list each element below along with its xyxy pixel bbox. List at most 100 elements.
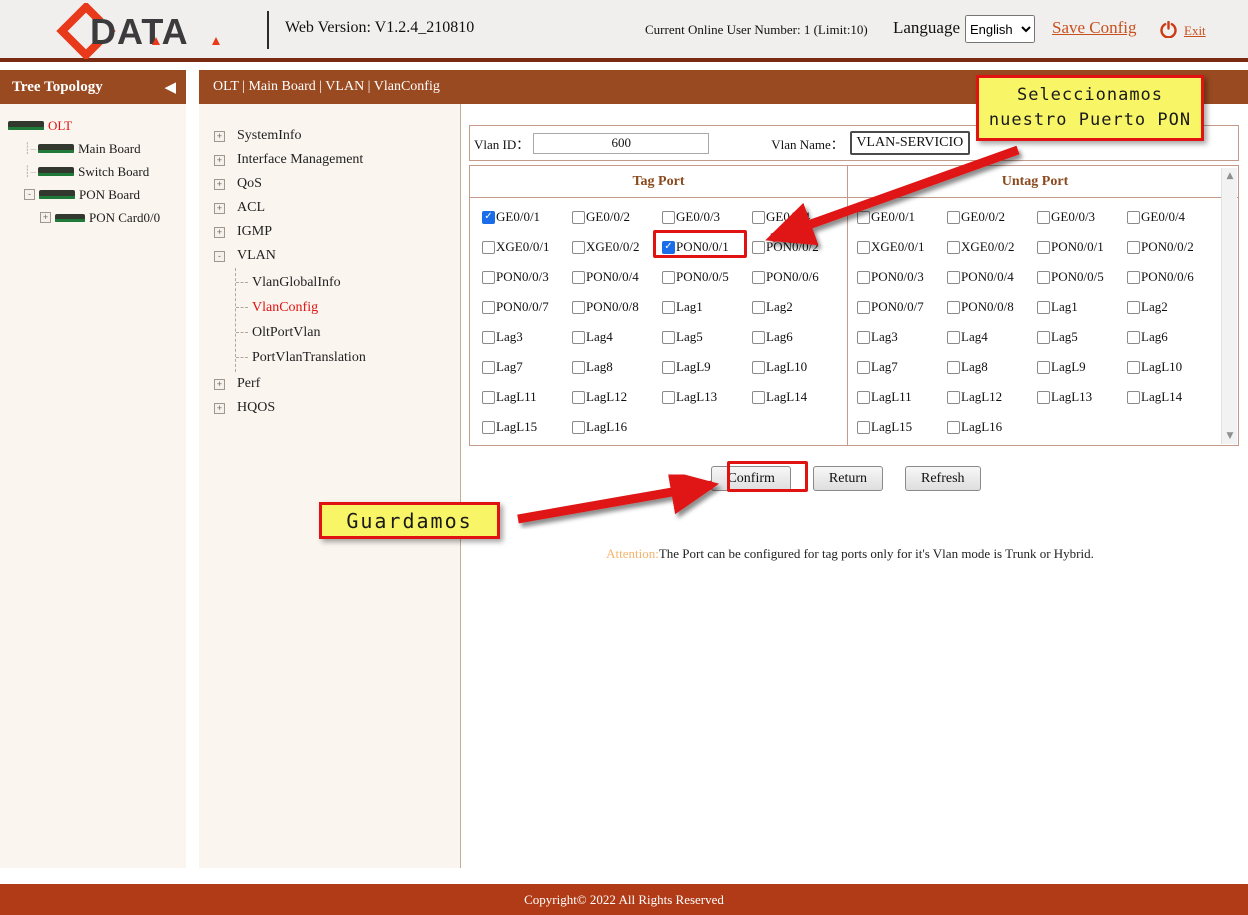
expand-plus-icon[interactable]: + bbox=[214, 131, 225, 142]
untag-checkbox-lagl9[interactable] bbox=[1037, 361, 1050, 374]
exit-link[interactable]: Exit bbox=[1184, 23, 1206, 39]
tag-checkbox-lagl10[interactable] bbox=[752, 361, 765, 374]
untag-checkbox-xge0-0-1[interactable] bbox=[857, 241, 870, 254]
port-table-scrollbar[interactable]: ▲ ▼ bbox=[1221, 168, 1237, 444]
tag-checkbox-pon0-0-7[interactable] bbox=[482, 301, 495, 314]
tag-port-lag3[interactable]: Lag3 bbox=[482, 322, 572, 352]
collapse-minus-icon[interactable]: - bbox=[214, 251, 225, 262]
tree-collapse-icon[interactable]: ◀ bbox=[164, 78, 176, 97]
untag-port-lagl14[interactable]: LagL14 bbox=[1127, 382, 1217, 412]
refresh-button[interactable]: Refresh bbox=[905, 466, 981, 491]
tag-port-lag5[interactable]: Lag5 bbox=[662, 322, 752, 352]
untag-port-pon0-0-2[interactable]: PON0/0/2 bbox=[1127, 232, 1217, 262]
untag-port-lag2[interactable]: Lag2 bbox=[1127, 292, 1217, 322]
expand-plus-icon[interactable]: + bbox=[214, 179, 225, 190]
tag-port-pon0-0-2[interactable]: PON0/0/2 bbox=[752, 232, 842, 262]
tag-port-ge0-0-4[interactable]: GE0/0/4 bbox=[752, 202, 842, 232]
expand-plus-icon[interactable]: + bbox=[40, 212, 51, 223]
menu-item-hqos[interactable]: +HQOS bbox=[214, 396, 460, 420]
tag-checkbox-lag4[interactable] bbox=[572, 331, 585, 344]
untag-checkbox-lag6[interactable] bbox=[1127, 331, 1140, 344]
tag-checkbox-lag5[interactable] bbox=[662, 331, 675, 344]
untag-checkbox-ge0-0-4[interactable] bbox=[1127, 211, 1140, 224]
scroll-up-icon[interactable]: ▲ bbox=[1222, 168, 1238, 184]
untag-port-pon0-0-4[interactable]: PON0/0/4 bbox=[947, 262, 1037, 292]
untag-checkbox-lag4[interactable] bbox=[947, 331, 960, 344]
tag-checkbox-lag8[interactable] bbox=[572, 361, 585, 374]
tag-port-pon0-0-8[interactable]: PON0/0/8 bbox=[572, 292, 662, 322]
menu-item-oltportvlan[interactable]: OltPortVlan bbox=[236, 320, 460, 345]
tag-checkbox-lag2[interactable] bbox=[752, 301, 765, 314]
untag-port-ge0-0-4[interactable]: GE0/0/4 bbox=[1127, 202, 1217, 232]
tag-checkbox-lag6[interactable] bbox=[752, 331, 765, 344]
untag-checkbox-pon0-0-6[interactable] bbox=[1127, 271, 1140, 284]
tag-port-ge0-0-2[interactable]: GE0/0/2 bbox=[572, 202, 662, 232]
tag-checkbox-ge0-0-1[interactable]: ✓ bbox=[482, 211, 495, 224]
menu-item-vlan[interactable]: -VLAN bbox=[214, 244, 460, 268]
untag-port-ge0-0-1[interactable]: GE0/0/1 bbox=[857, 202, 947, 232]
untag-checkbox-lagl11[interactable] bbox=[857, 391, 870, 404]
tag-checkbox-lagl16[interactable] bbox=[572, 421, 585, 434]
untag-port-pon0-0-8[interactable]: PON0/0/8 bbox=[947, 292, 1037, 322]
tag-checkbox-ge0-0-4[interactable] bbox=[752, 211, 765, 224]
untag-port-lagl16[interactable]: LagL16 bbox=[947, 412, 1037, 442]
untag-checkbox-lagl12[interactable] bbox=[947, 391, 960, 404]
tag-port-ge0-0-3[interactable]: GE0/0/3 bbox=[662, 202, 752, 232]
untag-port-pon0-0-1[interactable]: PON0/0/1 bbox=[1037, 232, 1127, 262]
untag-checkbox-lag1[interactable] bbox=[1037, 301, 1050, 314]
tag-port-lagl13[interactable]: LagL13 bbox=[662, 382, 752, 412]
untag-checkbox-lagl15[interactable] bbox=[857, 421, 870, 434]
tag-port-pon0-0-5[interactable]: PON0/0/5 bbox=[662, 262, 752, 292]
untag-port-lag6[interactable]: Lag6 bbox=[1127, 322, 1217, 352]
tag-port-lagl10[interactable]: LagL10 bbox=[752, 352, 842, 382]
tag-checkbox-pon0-0-8[interactable] bbox=[572, 301, 585, 314]
untag-checkbox-ge0-0-1[interactable] bbox=[857, 211, 870, 224]
tag-port-lagl14[interactable]: LagL14 bbox=[752, 382, 842, 412]
menu-item-igmp[interactable]: +IGMP bbox=[214, 220, 460, 244]
tag-port-pon0-0-3[interactable]: PON0/0/3 bbox=[482, 262, 572, 292]
untag-port-ge0-0-3[interactable]: GE0/0/3 bbox=[1037, 202, 1127, 232]
untag-checkbox-lag7[interactable] bbox=[857, 361, 870, 374]
menu-item-interface-management[interactable]: +Interface Management bbox=[214, 148, 460, 172]
menu-item-qos[interactable]: +QoS bbox=[214, 172, 460, 196]
tag-port-lagl9[interactable]: LagL9 bbox=[662, 352, 752, 382]
tag-checkbox-lagl12[interactable] bbox=[572, 391, 585, 404]
expand-plus-icon[interactable]: + bbox=[214, 155, 225, 166]
untag-port-pon0-0-6[interactable]: PON0/0/6 bbox=[1127, 262, 1217, 292]
untag-checkbox-pon0-0-8[interactable] bbox=[947, 301, 960, 314]
tag-checkbox-lagl9[interactable] bbox=[662, 361, 675, 374]
tag-checkbox-xge0-0-2[interactable] bbox=[572, 241, 585, 254]
tag-port-ge0-0-1[interactable]: ✓GE0/0/1 bbox=[482, 202, 572, 232]
tag-port-lag8[interactable]: Lag8 bbox=[572, 352, 662, 382]
tag-checkbox-lag7[interactable] bbox=[482, 361, 495, 374]
tag-port-lagl12[interactable]: LagL12 bbox=[572, 382, 662, 412]
tag-port-lag6[interactable]: Lag6 bbox=[752, 322, 842, 352]
tag-port-lagl11[interactable]: LagL11 bbox=[482, 382, 572, 412]
untag-port-lagl10[interactable]: LagL10 bbox=[1127, 352, 1217, 382]
power-icon[interactable] bbox=[1160, 21, 1177, 38]
untag-port-lagl11[interactable]: LagL11 bbox=[857, 382, 947, 412]
untag-checkbox-lag5[interactable] bbox=[1037, 331, 1050, 344]
untag-port-lag8[interactable]: Lag8 bbox=[947, 352, 1037, 382]
untag-port-lag5[interactable]: Lag5 bbox=[1037, 322, 1127, 352]
untag-checkbox-pon0-0-3[interactable] bbox=[857, 271, 870, 284]
tag-port-xge0-0-1[interactable]: XGE0/0/1 bbox=[482, 232, 572, 262]
untag-port-xge0-0-1[interactable]: XGE0/0/1 bbox=[857, 232, 947, 262]
untag-checkbox-pon0-0-2[interactable] bbox=[1127, 241, 1140, 254]
tag-checkbox-lagl11[interactable] bbox=[482, 391, 495, 404]
tag-checkbox-lagl14[interactable] bbox=[752, 391, 765, 404]
tag-checkbox-pon0-0-3[interactable] bbox=[482, 271, 495, 284]
tag-port-pon0-0-6[interactable]: PON0/0/6 bbox=[752, 262, 842, 292]
tag-checkbox-ge0-0-3[interactable] bbox=[662, 211, 675, 224]
save-config-link[interactable]: Save Config bbox=[1052, 18, 1137, 38]
untag-port-pon0-0-5[interactable]: PON0/0/5 bbox=[1037, 262, 1127, 292]
tag-checkbox-lag1[interactable] bbox=[662, 301, 675, 314]
tag-checkbox-pon0-0-4[interactable] bbox=[572, 271, 585, 284]
tag-checkbox-lagl13[interactable] bbox=[662, 391, 675, 404]
untag-port-pon0-0-3[interactable]: PON0/0/3 bbox=[857, 262, 947, 292]
tag-port-lag2[interactable]: Lag2 bbox=[752, 292, 842, 322]
expand-plus-icon[interactable]: + bbox=[214, 203, 225, 214]
tag-checkbox-pon0-0-5[interactable] bbox=[662, 271, 675, 284]
tag-port-pon0-0-7[interactable]: PON0/0/7 bbox=[482, 292, 572, 322]
menu-item-perf[interactable]: +Perf bbox=[214, 372, 460, 396]
